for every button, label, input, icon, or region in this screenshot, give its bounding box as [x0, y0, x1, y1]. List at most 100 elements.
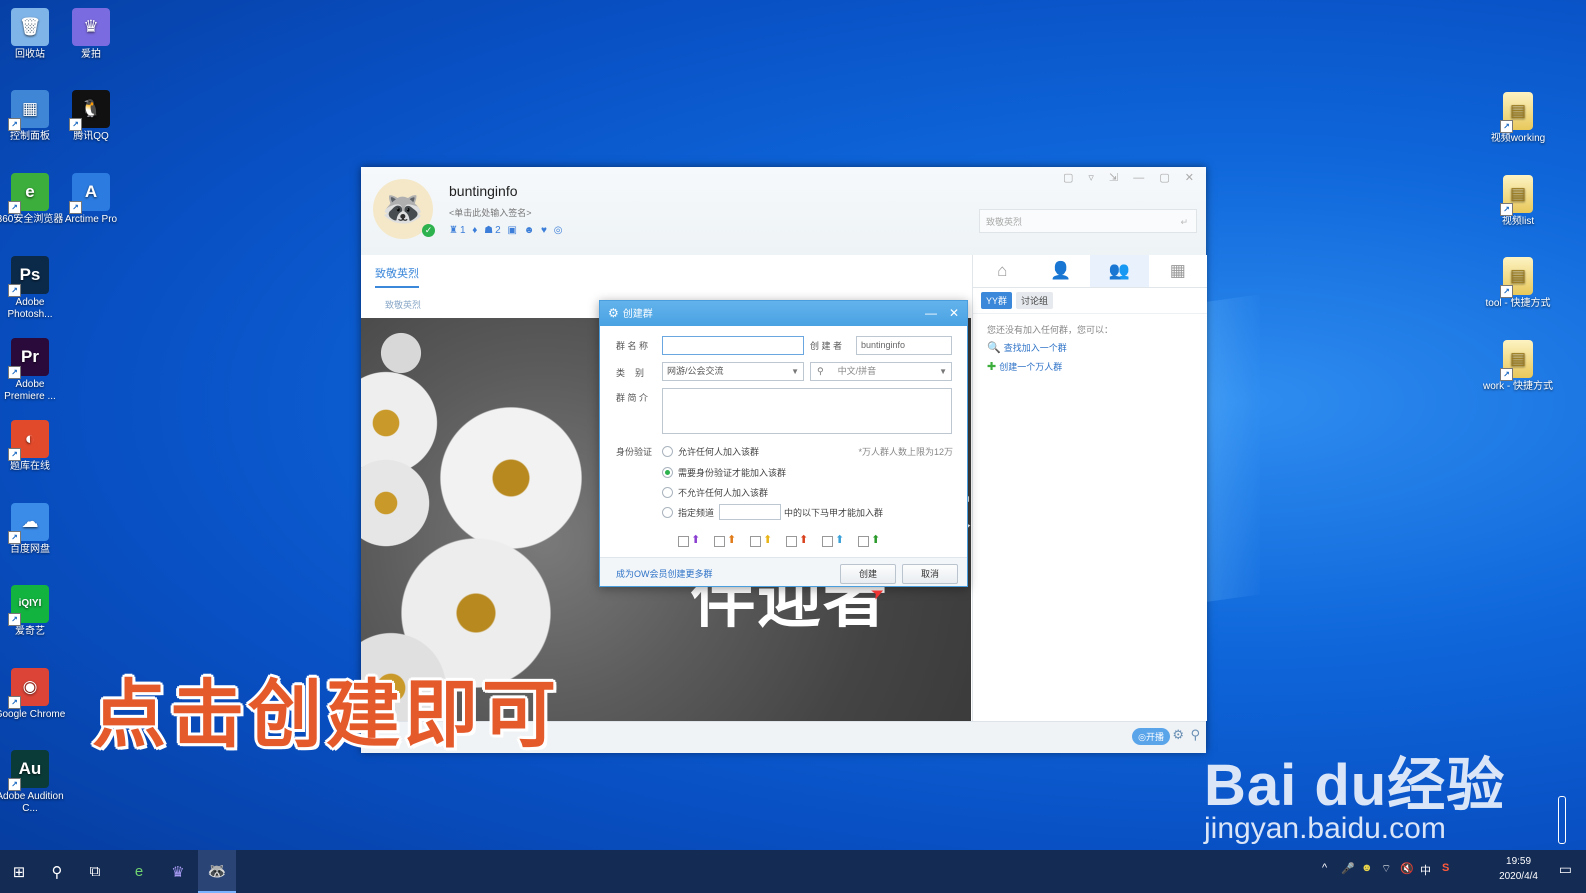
sogou-ime-icon[interactable]: S — [1442, 862, 1449, 874]
group-panel: ⌂ 👤 👥 ▦ YY群 讨论组 您还没有加入任何群，您可以： 🔍 查找加入一个群 … — [972, 255, 1207, 721]
radio-channel[interactable] — [662, 507, 673, 518]
vest-checkbox[interactable] — [750, 536, 761, 547]
vest-checkbox[interactable] — [822, 536, 833, 547]
desktop-icon-iqiyi[interactable]: iQIYI ↗ 爱奇艺 — [0, 585, 66, 638]
dialog-title: 创建群 — [622, 309, 653, 320]
language-select[interactable]: ⚲ 中文/拼音 ▼ — [810, 362, 952, 381]
shortcut-arrow-icon: ↗ — [8, 613, 21, 626]
enter-icon[interactable]: ↵ — [1180, 210, 1188, 234]
search-icon[interactable]: ⚲ — [1190, 727, 1200, 743]
desktop-icon-baidu-netdisk[interactable]: ☁ ↗ 百度网盘 — [0, 503, 66, 556]
tiku-icon: ◐ ↗ — [8, 420, 49, 461]
desktop-icon-tiku[interactable]: ◐ ↗ 题库在线 — [0, 420, 66, 473]
create-group-label: 创建一个万人群 — [999, 362, 1063, 372]
desktop-icon-audition[interactable]: Au ↗ Adobe Audition C... — [0, 750, 66, 815]
audition-icon: Au ↗ — [8, 750, 49, 791]
desktop-folder-2[interactable]: ▤ ↗ tool - 快捷方式 — [1482, 257, 1554, 310]
notification-icon[interactable]: ▭ — [1559, 861, 1572, 878]
option-channel: 指定频道 — [678, 508, 715, 518]
desktop-icon-aipai[interactable]: ♛ 爱拍 — [55, 8, 127, 61]
desktop-icon-premiere[interactable]: Pr ↗ Adobe Premiere ... — [0, 338, 66, 403]
groups-tab-icon[interactable]: 👥 — [1090, 255, 1149, 287]
signature-field[interactable]: <单击此处输入签名> — [449, 206, 532, 219]
folder-icon: ▤ ↗ — [1500, 175, 1533, 216]
contacts-tab-icon[interactable]: 👤 — [1032, 255, 1091, 287]
taskbar-yy-icon[interactable]: 🦝 — [198, 850, 236, 893]
microphone-icon[interactable]: 🎤 — [1341, 862, 1355, 875]
minimize-button[interactable]: — — [925, 301, 937, 326]
volume-mute-icon[interactable]: 🔇 — [1400, 862, 1414, 875]
dropdown-icon: ▼ — [939, 367, 947, 376]
scroll-indicator — [1558, 796, 1566, 844]
desktop-icon-label: 爱奇艺 — [15, 626, 45, 637]
search-input[interactable]: 致敬英烈 ↵ — [979, 209, 1197, 233]
search-button[interactable]: ⚲ — [38, 850, 76, 893]
control-panel-icon: ▦ ↗ — [8, 90, 49, 131]
channel-input[interactable] — [719, 504, 781, 520]
desktop-icon-qq[interactable]: 🐧 ↗ 腾讯QQ — [55, 90, 127, 143]
window-controls[interactable]: ▢ ▿ ⇲ — ▢ ✕ — [1063, 171, 1200, 184]
folder-icon: ▤ ↗ — [1500, 92, 1533, 133]
intro-label: 群 简 介 — [616, 393, 649, 403]
input-method-icon[interactable]: 中 — [1420, 862, 1431, 878]
desktop-icon-chrome[interactable]: ◉ ↗ Google Chrome — [0, 668, 66, 721]
taskbar-aipai-icon[interactable]: ♛ — [159, 850, 197, 893]
vest-checkbox[interactable] — [858, 536, 869, 547]
create-group-link[interactable]: ✚ 创建一个万人群 — [987, 360, 1062, 373]
radio-deny-all[interactable] — [662, 487, 673, 498]
desktop-icon-label: 视频working — [1490, 133, 1546, 144]
group-name-input[interactable] — [662, 336, 804, 355]
start-button[interactable]: ⊞ — [0, 850, 38, 893]
create-button[interactable]: 创建 — [840, 564, 896, 584]
radio-allow-anyone[interactable] — [662, 446, 673, 457]
avatar[interactable]: 🦝 ✓ — [373, 179, 435, 239]
home-tab-icon[interactable]: ⌂ — [973, 255, 1032, 287]
vest-checkbox[interactable] — [786, 536, 797, 547]
cancel-button[interactable]: 取消 — [902, 564, 958, 584]
baidu-watermark: Bai du经验 — [1204, 753, 1506, 818]
option-allow-anyone: 允许任何人加入该群 — [678, 447, 760, 457]
broadcast-button[interactable]: ◎开播 — [1132, 728, 1170, 745]
vest-checkbox[interactable] — [678, 536, 689, 547]
desktop-folder-3[interactable]: ▤ ↗ work - 快捷方式 — [1482, 340, 1554, 393]
task-view-button[interactable]: ⧉ — [76, 850, 114, 893]
tab-sub[interactable]: 致敬英烈 — [385, 298, 421, 311]
tab-discussion[interactable]: 讨论组 — [1016, 292, 1054, 309]
desktop-icon-arctime[interactable]: A ↗ Arctime Pro — [55, 173, 127, 226]
shortcut-arrow-icon: ↗ — [8, 284, 21, 297]
tray-app-icon[interactable]: ☻ — [1361, 862, 1373, 874]
channel-suffix: 中的以下马甲才能加入群 — [784, 508, 884, 518]
upgrade-link[interactable]: 成为OW会员创建更多群 — [616, 567, 713, 580]
close-button[interactable]: ✕ — [949, 301, 959, 326]
vest-icon: ⬆ — [763, 534, 773, 546]
desktop-icon-label: Arctime Pro — [64, 214, 118, 225]
desktop-icon-label: tool - 快捷方式 — [1485, 298, 1551, 309]
create-group-dialog: ⚙ 创建群 — ✕ 群 名 称 创 建 者 buntinginfo 类 别 网游/… — [599, 300, 968, 587]
desktop-icon-photoshop[interactable]: Ps ↗ Adobe Photosh... — [0, 256, 66, 321]
desktop-icon-label: 腾讯QQ — [73, 131, 109, 142]
badge-icons[interactable]: ♜1 ♦ ☗2 ▣ ☻ ♥ ◎ — [449, 225, 564, 236]
group-subtabs: YY群 讨论组 — [973, 288, 1207, 314]
network-icon[interactable]: ⌔ — [1381, 862, 1391, 876]
photoshop-icon: Ps ↗ — [8, 256, 49, 297]
vest-checkbox[interactable] — [714, 536, 725, 547]
auth-label: 身份验证 — [616, 447, 653, 457]
clock-date: 2020/4/4 — [1499, 871, 1538, 882]
tray-expand-icon[interactable]: ^ — [1322, 862, 1327, 874]
taskbar-360-browser-icon[interactable]: e — [120, 850, 158, 893]
tab-main[interactable]: 致敬英烈 — [375, 265, 419, 288]
browser-360-icon: e ↗ — [8, 173, 49, 214]
apps-tab-icon[interactable]: ▦ — [1149, 255, 1208, 287]
intro-textarea[interactable] — [662, 388, 952, 434]
clock[interactable]: 19:59 2020/4/4 — [1499, 854, 1538, 884]
tab-yy-group[interactable]: YY群 — [981, 292, 1013, 309]
desktop-icon-label: 爱拍 — [81, 49, 101, 60]
desktop-folder-0[interactable]: ▤ ↗ 视频working — [1482, 92, 1554, 145]
settings-gear-icon[interactable]: ⚙ — [1172, 727, 1184, 743]
find-group-link[interactable]: 🔍 查找加入一个群 — [987, 341, 1067, 354]
category-select[interactable]: 网游/公会交流 ▼ — [662, 362, 804, 381]
empty-groups-text: 您还没有加入任何群，您可以： — [987, 325, 1114, 335]
desktop-folder-1[interactable]: ▤ ↗ 视频list — [1482, 175, 1554, 228]
qq-icon: 🐧 ↗ — [69, 90, 110, 131]
radio-require-auth[interactable] — [662, 467, 673, 478]
